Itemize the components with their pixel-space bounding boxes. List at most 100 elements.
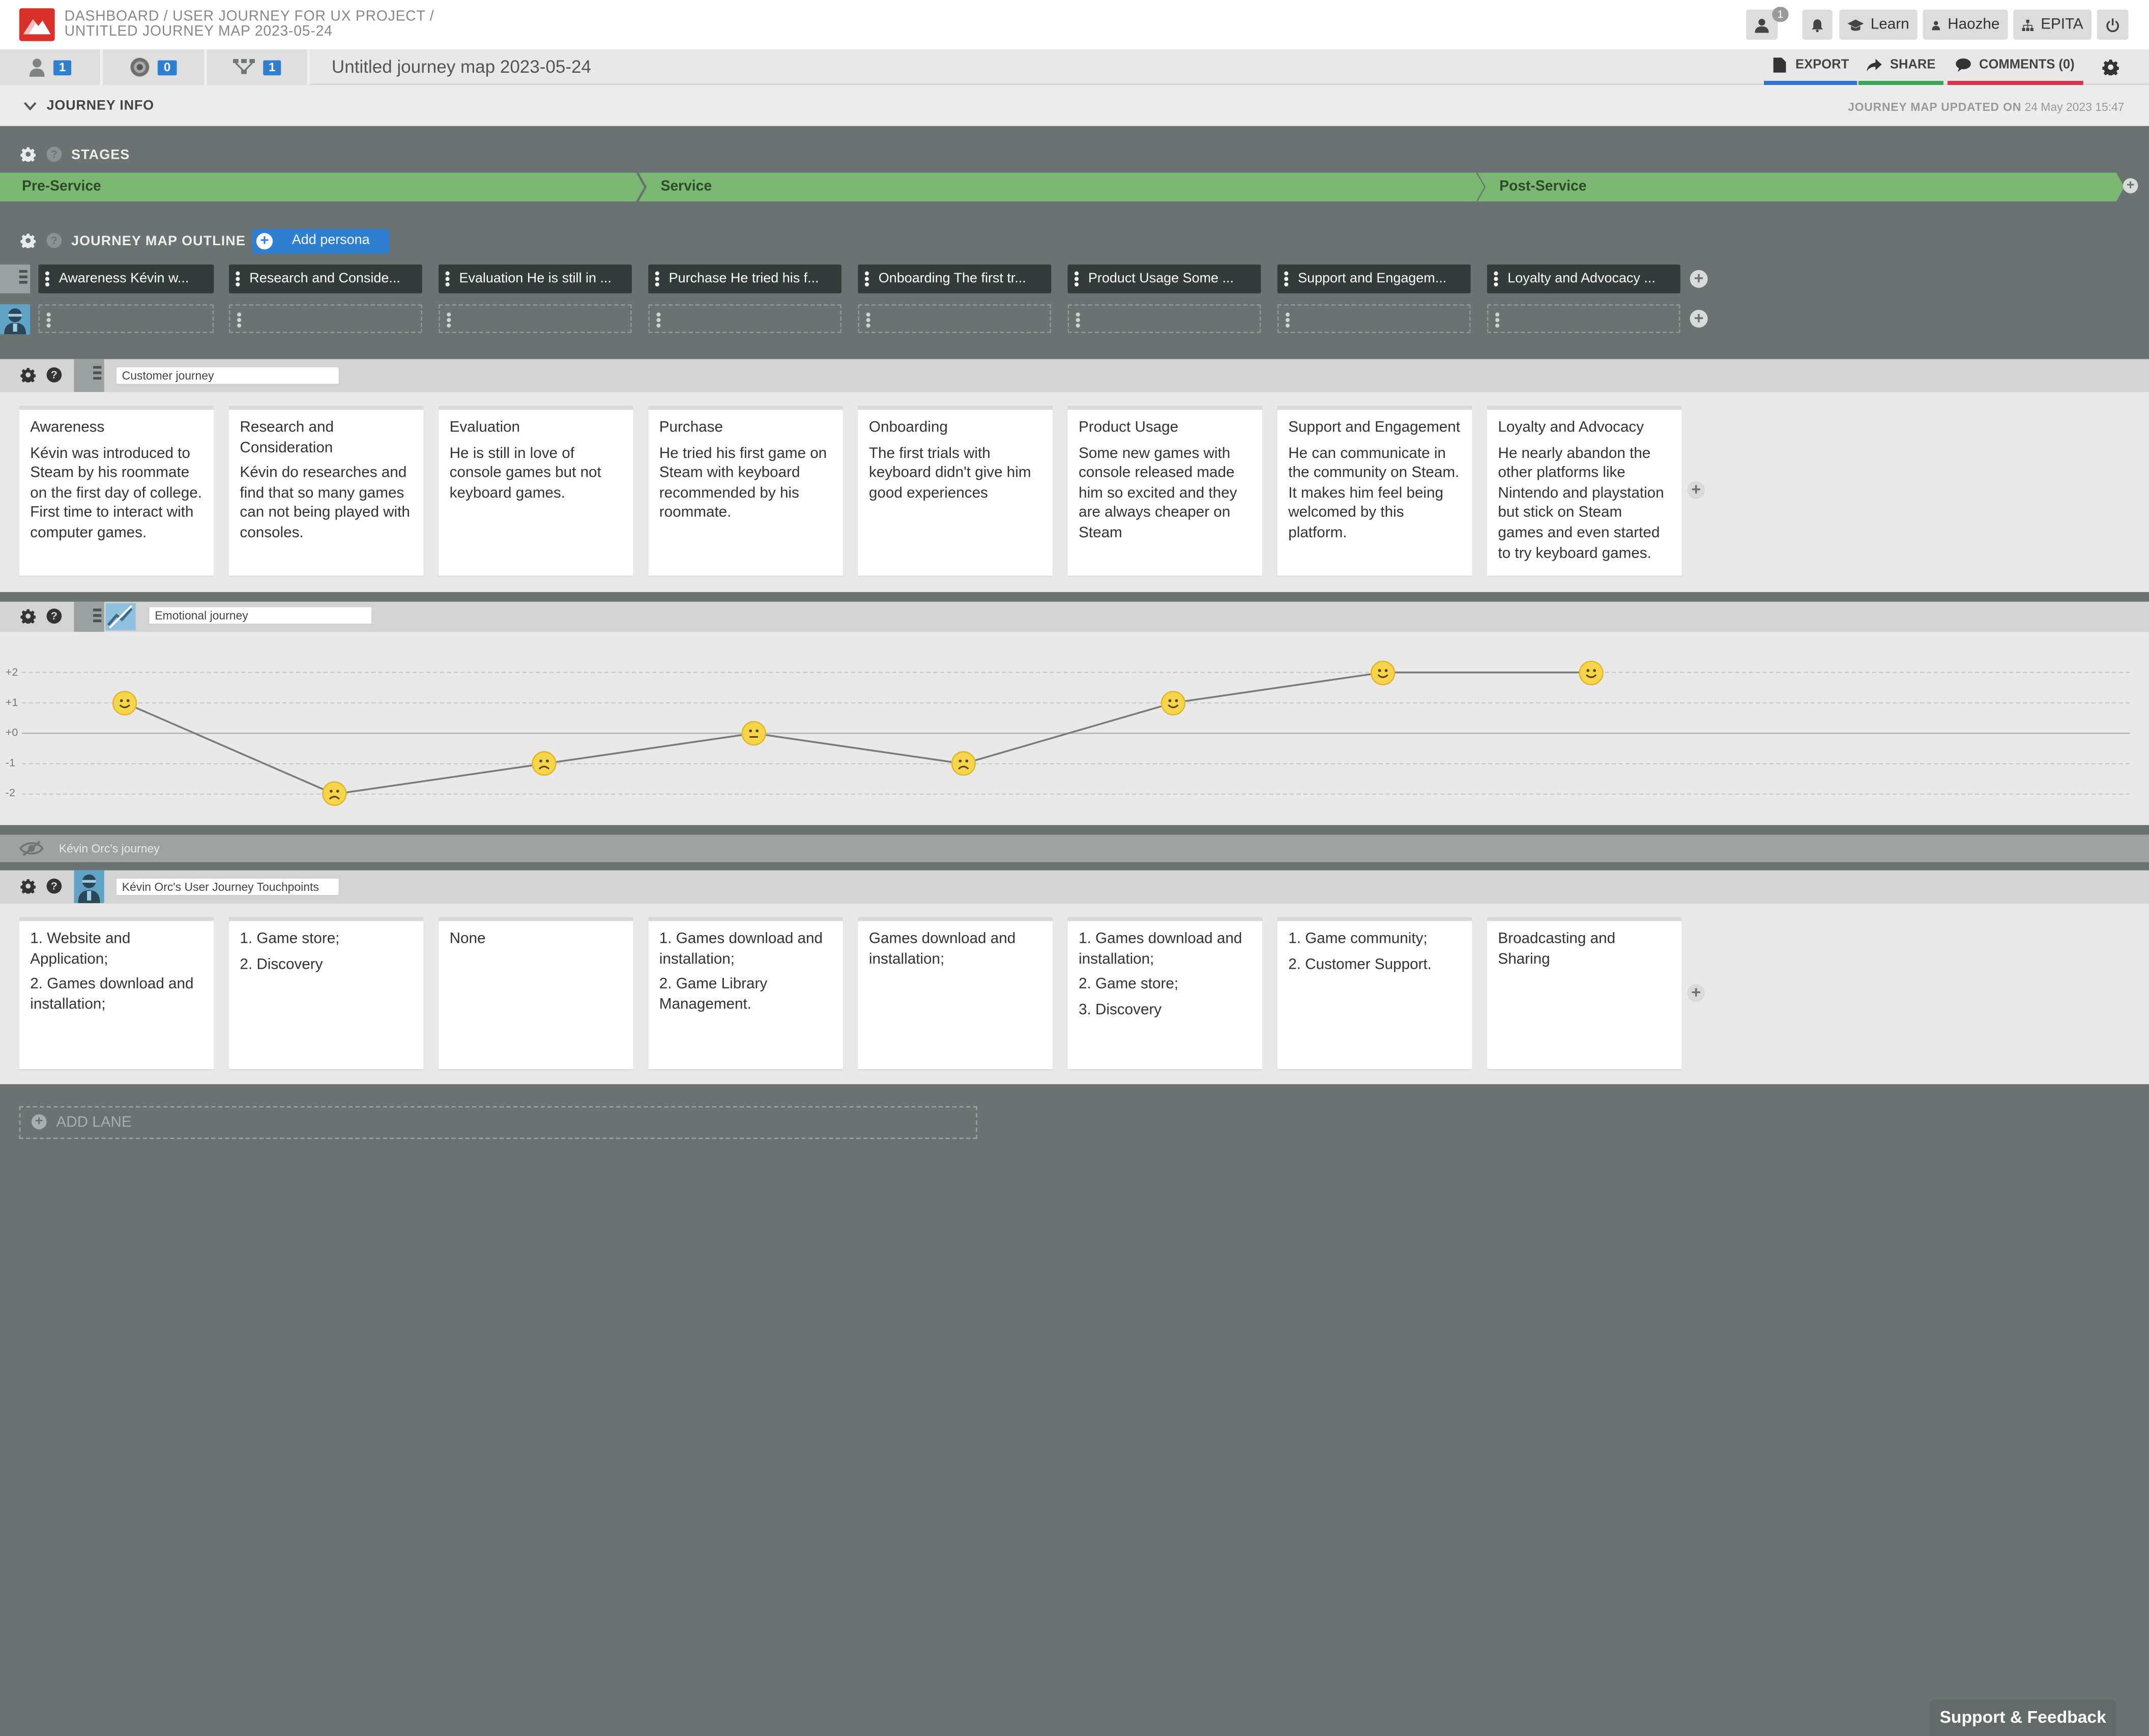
journey-card[interactable]: Support and Engagement He can communicate… <box>1277 406 1472 576</box>
sad-face-icon[interactable] <box>951 751 976 776</box>
breadcrumb-project[interactable]: USER JOURNEY FOR UX PROJECT <box>172 8 425 24</box>
outline-persona-slot[interactable] <box>1487 304 1680 333</box>
outline-stage-chip[interactable]: Research and Conside... <box>228 264 422 294</box>
lane-help-icon[interactable]: ? <box>46 609 62 624</box>
lane-help-icon[interactable]: ? <box>46 878 62 894</box>
outline-stage-chip[interactable]: Evaluation He is still in ... <box>439 264 632 294</box>
drag-handle-icon[interactable] <box>1074 271 1079 287</box>
touchpoint-card[interactable]: 1. Website and Application; 2. Games down… <box>19 917 214 1069</box>
add-outline-step-icon[interactable]: + <box>1690 269 1708 288</box>
journey-card[interactable]: Purchase He tried his first game on Steam… <box>648 406 843 576</box>
lane-gear-icon[interactable] <box>20 367 36 383</box>
outline-stage-chip[interactable]: Product Usage Some ... <box>1067 264 1261 294</box>
organization-button[interactable]: EPITA <box>2013 9 2092 40</box>
map-title[interactable]: Untitled journey map 2023-05-24 <box>332 56 591 76</box>
journey-card[interactable]: Awareness Kévin was introduced to Steam b… <box>19 406 214 576</box>
outline-persona-slot[interactable] <box>648 304 842 333</box>
channels-counter[interactable]: 1 <box>207 49 310 85</box>
share-button[interactable]: SHARE <box>1858 49 1944 85</box>
drag-handle-icon[interactable] <box>864 271 869 287</box>
happy-face-icon[interactable] <box>1370 660 1396 685</box>
drag-handle-icon[interactable] <box>45 271 49 287</box>
journey-card[interactable]: Evaluation He is still in love of console… <box>439 406 633 576</box>
sad-face-icon[interactable] <box>322 782 347 807</box>
touchpoint-card[interactable]: 1. Games download and installation; 2. Ga… <box>1067 917 1263 1069</box>
outline-stage-chip[interactable]: Awareness Kévin w... <box>38 264 214 294</box>
touchpoint-card[interactable]: Games download and installation; <box>858 917 1053 1069</box>
drag-handle-icon[interactable] <box>445 271 450 287</box>
breadcrumb-dashboard[interactable]: DASHBOARD <box>65 8 159 24</box>
touchpoint-card[interactable]: 1. Game store; 2. Discovery <box>228 917 424 1069</box>
neutral-face-icon[interactable] <box>741 720 766 746</box>
drag-handle-icon[interactable] <box>656 312 661 328</box>
journey-info-bar[interactable]: JOURNEY INFO JOURNEY MAP UPDATED ON 24 M… <box>0 85 2149 126</box>
lane-gear-icon[interactable] <box>20 609 36 624</box>
learn-button[interactable]: Learn <box>1839 9 1918 40</box>
drag-handle-icon[interactable] <box>1076 312 1080 328</box>
drag-handle-icon[interactable] <box>866 312 870 328</box>
drag-handle-icon[interactable] <box>655 271 659 287</box>
hidden-lane-bar[interactable]: Kévin Orc's journey <box>0 834 2149 862</box>
drag-handle-icon[interactable] <box>237 312 242 328</box>
add-customer-card-icon[interactable]: + <box>1687 480 1705 499</box>
add-stage-icon[interactable]: + <box>2123 178 2138 193</box>
sad-face-icon[interactable] <box>532 751 557 776</box>
touchpoint-card[interactable]: 1. Games download and installation; 2. Ga… <box>648 917 843 1069</box>
stage-pre-service[interactable]: Pre-Service <box>0 172 645 202</box>
map-settings-button[interactable] <box>2094 49 2127 85</box>
comments-button[interactable]: COMMENTS (0) <box>1948 49 2083 85</box>
personas-counter[interactable]: 1 <box>0 49 103 85</box>
add-outline-persona-step-icon[interactable]: + <box>1690 309 1708 328</box>
drag-handle-icon[interactable] <box>1284 271 1289 287</box>
outline-stage-chip[interactable]: Onboarding The first tr... <box>858 264 1052 294</box>
outline-stage-chip[interactable]: Loyalty and Advocacy ... <box>1487 264 1680 294</box>
add-lane-button[interactable]: + ADD LANE <box>19 1106 977 1139</box>
stages-gear-icon[interactable] <box>20 147 36 162</box>
outline-persona-slot[interactable] <box>228 304 422 333</box>
drag-handle-icon[interactable] <box>447 312 451 328</box>
stage-post-service[interactable]: Post-Service <box>1477 172 2125 202</box>
stages-help-icon[interactable]: ? <box>46 147 62 162</box>
outline-persona-slot[interactable] <box>1067 304 1261 333</box>
add-persona-button[interactable]: + Add persona <box>252 228 390 254</box>
lane-gear-icon[interactable] <box>20 879 36 894</box>
touchpoint-card[interactable]: Broadcasting and Sharing <box>1487 917 1682 1069</box>
drag-handle-icon[interactable] <box>1285 312 1290 328</box>
happy-face-icon[interactable] <box>1160 690 1186 715</box>
stage-service[interactable]: Service <box>638 172 1485 202</box>
touchpoint-card[interactable]: 1. Game community; 2. Customer Support. <box>1277 917 1472 1069</box>
notifications-button[interactable] <box>1802 9 1833 40</box>
journey-card[interactable]: Product Usage Some new games with console… <box>1067 406 1263 576</box>
logo-icon[interactable] <box>19 8 55 41</box>
customer-lane-label-input[interactable]: Customer journey <box>115 366 340 385</box>
outline-persona-slot[interactable] <box>439 304 632 333</box>
support-feedback-button[interactable]: Support & Feedback <box>1930 1699 2116 1736</box>
drag-handle-icon[interactable] <box>46 312 51 328</box>
outline-gear-icon[interactable] <box>20 233 36 248</box>
touchpoints-counter[interactable]: 0 <box>103 49 207 85</box>
outline-stage-chip[interactable]: Purchase He tried his f... <box>648 264 842 294</box>
journey-card[interactable]: Onboarding The first trials with keyboard… <box>858 406 1053 576</box>
drag-handle-icon[interactable] <box>1495 312 1500 328</box>
journey-card[interactable]: Loyalty and Advocacy He nearly abandon th… <box>1487 406 1682 576</box>
happy-face-icon[interactable] <box>1579 660 1604 685</box>
logout-button[interactable] <box>2097 9 2129 40</box>
happy-face-icon[interactable] <box>112 690 137 715</box>
emotional-lane-label-input[interactable]: Emotional journey <box>148 605 373 625</box>
persona-avatar[interactable] <box>0 304 31 335</box>
account-button[interactable]: Haozhe <box>1923 9 2008 40</box>
outline-persona-slot[interactable] <box>38 304 214 333</box>
touchpoint-card[interactable]: None <box>439 917 633 1069</box>
outline-persona-slot[interactable] <box>1277 304 1471 333</box>
lane-help-icon[interactable]: ? <box>46 367 62 383</box>
drag-handle-icon[interactable] <box>1494 271 1498 287</box>
touchpoints-lane-label-input[interactable]: Kévin Orc's User Journey Touchpoints <box>115 877 340 896</box>
outline-help-icon[interactable]: ? <box>46 233 62 248</box>
eye-slash-icon[interactable] <box>19 840 44 856</box>
export-button[interactable]: EXPORT <box>1764 49 1857 85</box>
drag-handle-icon[interactable] <box>236 271 240 287</box>
outline-stage-chip[interactable]: Support and Engagem... <box>1277 264 1471 294</box>
journey-info-label[interactable]: JOURNEY INFO <box>47 99 154 114</box>
outline-persona-slot[interactable] <box>858 304 1052 333</box>
chevron-down-icon[interactable] <box>23 101 37 111</box>
